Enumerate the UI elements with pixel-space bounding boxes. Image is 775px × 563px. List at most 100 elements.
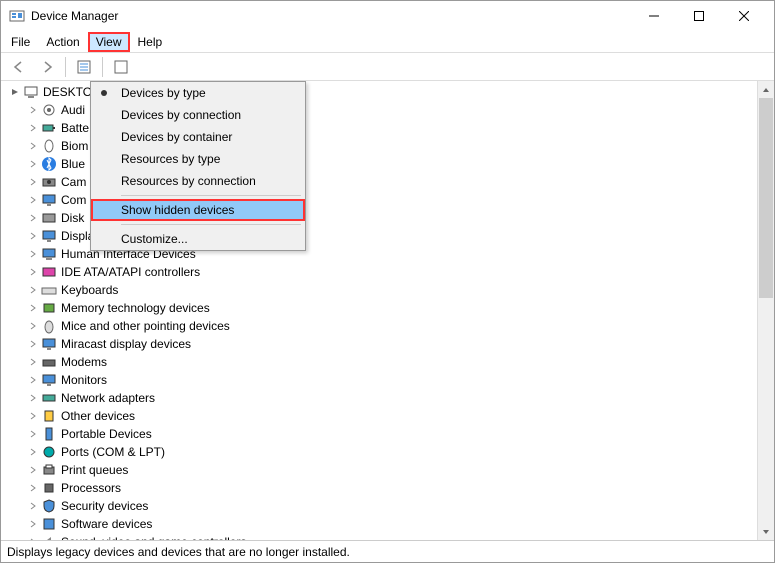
device-icon xyxy=(41,336,57,352)
device-icon xyxy=(41,390,57,406)
toolbar-separator xyxy=(102,57,103,77)
scroll-up-arrow[interactable] xyxy=(758,81,774,98)
titlebar: Device Manager xyxy=(1,1,774,31)
expand-icon[interactable] xyxy=(27,284,39,296)
device-icon xyxy=(41,516,57,532)
menubar: File Action View Help xyxy=(1,31,774,53)
device-icon xyxy=(41,246,57,262)
tree-item[interactable]: Modems xyxy=(5,353,753,371)
tree-item[interactable]: Print queues xyxy=(5,461,753,479)
menu-devices-by-connection[interactable]: Devices by connection xyxy=(91,104,305,126)
scroll-down-arrow[interactable] xyxy=(758,523,774,540)
device-icon xyxy=(41,264,57,280)
expand-icon[interactable] xyxy=(27,266,39,278)
expand-icon[interactable] xyxy=(27,194,39,206)
device-icon xyxy=(41,282,57,298)
device-icon xyxy=(41,174,57,190)
tree-item[interactable]: Portable Devices xyxy=(5,425,753,443)
expand-icon[interactable] xyxy=(27,176,39,188)
expand-icon[interactable] xyxy=(27,212,39,224)
expand-icon[interactable] xyxy=(27,428,39,440)
help-button[interactable] xyxy=(109,55,133,79)
tree-item[interactable]: Network adapters xyxy=(5,389,753,407)
tree-item-label: Network adapters xyxy=(61,391,155,405)
tree-item[interactable]: IDE ATA/ATAPI controllers xyxy=(5,263,753,281)
expand-icon[interactable] xyxy=(27,446,39,458)
expand-icon[interactable] xyxy=(27,320,39,332)
menu-file[interactable]: File xyxy=(3,32,38,52)
tree-item[interactable]: Keyboards xyxy=(5,281,753,299)
tree-item-label: IDE ATA/ATAPI controllers xyxy=(61,265,200,279)
expand-icon[interactable] xyxy=(27,500,39,512)
tree-item[interactable]: Security devices xyxy=(5,497,753,515)
menu-resources-by-type[interactable]: Resources by type xyxy=(91,148,305,170)
tree-item-label: Cam xyxy=(61,175,86,189)
menu-view[interactable]: View xyxy=(88,32,130,52)
menu-show-hidden-devices[interactable]: Show hidden devices xyxy=(91,199,305,221)
tree-item[interactable]: Mice and other pointing devices xyxy=(5,317,753,335)
device-icon xyxy=(41,426,57,442)
tree-item-label: Miracast display devices xyxy=(61,337,191,351)
expand-icon[interactable] xyxy=(27,230,39,242)
collapse-icon[interactable] xyxy=(9,86,21,98)
expand-icon[interactable] xyxy=(27,140,39,152)
expand-icon[interactable] xyxy=(27,104,39,116)
forward-button[interactable] xyxy=(35,55,59,79)
menu-item-label: Devices by type xyxy=(121,86,206,100)
tree-item[interactable]: Software devices xyxy=(5,515,753,533)
tree-item[interactable]: Memory technology devices xyxy=(5,299,753,317)
expand-icon[interactable] xyxy=(27,302,39,314)
device-icon xyxy=(41,318,57,334)
tree-root-label: DESKTO xyxy=(43,85,92,99)
expand-icon[interactable] xyxy=(27,338,39,350)
back-button[interactable] xyxy=(7,55,31,79)
device-icon xyxy=(41,192,57,208)
menu-help[interactable]: Help xyxy=(130,32,171,52)
tree-item[interactable]: Monitors xyxy=(5,371,753,389)
expand-icon[interactable] xyxy=(27,518,39,530)
scroll-thumb[interactable] xyxy=(759,98,773,298)
menu-devices-by-type[interactable]: Devices by type xyxy=(91,82,305,104)
tree-item-label: Audi xyxy=(61,103,85,117)
device-icon xyxy=(41,408,57,424)
device-icon xyxy=(41,102,57,118)
tree-item-label: Memory technology devices xyxy=(61,301,210,315)
tree-item-label: Monitors xyxy=(61,373,107,387)
expand-icon[interactable] xyxy=(27,482,39,494)
menu-item-label: Show hidden devices xyxy=(121,203,234,217)
menu-devices-by-container[interactable]: Devices by container xyxy=(91,126,305,148)
tree-item-label: Com xyxy=(61,193,86,207)
minimize-button[interactable] xyxy=(631,1,676,31)
expand-icon[interactable] xyxy=(27,392,39,404)
expand-icon[interactable] xyxy=(27,122,39,134)
toolbar-separator xyxy=(65,57,66,77)
tree-item[interactable]: Miracast display devices xyxy=(5,335,753,353)
menu-action[interactable]: Action xyxy=(38,32,87,52)
close-button[interactable] xyxy=(721,1,766,31)
menu-resources-by-connection[interactable]: Resources by connection xyxy=(91,170,305,192)
tree-item-label: Modems xyxy=(61,355,107,369)
tree-item-label: Biom xyxy=(61,139,88,153)
tree-item-label: Sound, video and game controllers xyxy=(61,535,246,540)
expand-icon[interactable] xyxy=(27,248,39,260)
menu-customize[interactable]: Customize... xyxy=(91,228,305,250)
maximize-button[interactable] xyxy=(676,1,721,31)
tree-item-label: Other devices xyxy=(61,409,135,423)
tree-item[interactable]: Processors xyxy=(5,479,753,497)
device-icon xyxy=(41,444,57,460)
properties-button[interactable] xyxy=(72,55,96,79)
tree-item-label: Portable Devices xyxy=(61,427,152,441)
tree-item[interactable]: Other devices xyxy=(5,407,753,425)
menu-separator xyxy=(121,195,301,196)
expand-icon[interactable] xyxy=(27,356,39,368)
tree-item[interactable]: Ports (COM & LPT) xyxy=(5,443,753,461)
expand-icon[interactable] xyxy=(27,158,39,170)
expand-icon[interactable] xyxy=(27,374,39,386)
vertical-scrollbar[interactable] xyxy=(757,81,774,540)
tree-item[interactable]: Sound, video and game controllers xyxy=(5,533,753,540)
tree-item-label: Blue xyxy=(61,157,85,171)
device-icon xyxy=(41,498,57,514)
expand-icon[interactable] xyxy=(27,536,39,540)
expand-icon[interactable] xyxy=(27,464,39,476)
expand-icon[interactable] xyxy=(27,410,39,422)
